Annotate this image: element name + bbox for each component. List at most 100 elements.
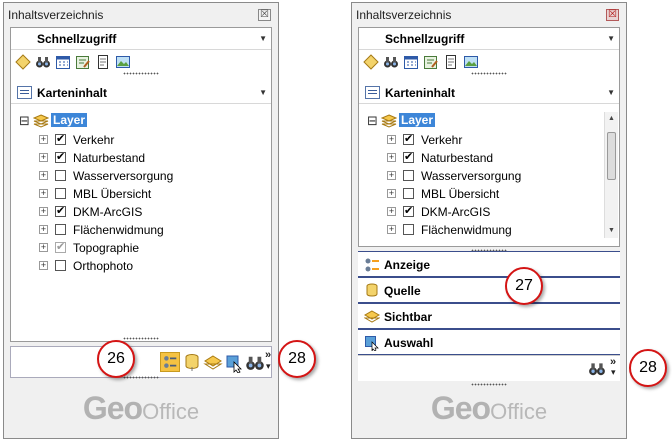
layer-label: DKM-ArcGIS <box>421 205 491 219</box>
tree-scrollbar[interactable]: ▲ ▼ <box>604 112 618 238</box>
tree-row[interactable]: + ✔ Verkehr <box>359 131 599 149</box>
tree-row[interactable]: + MBL Übersicht <box>359 185 599 203</box>
expand-icon[interactable]: + <box>387 153 396 162</box>
chevron-down-icon[interactable]: ▼ <box>607 88 615 97</box>
resize-gripper[interactable] <box>471 383 507 386</box>
layer-checkbox[interactable]: ✔ <box>55 134 66 145</box>
expand-icon[interactable]: + <box>39 171 48 180</box>
panel-titlebar[interactable]: Inhaltsverzeichnis ☒ <box>352 3 626 25</box>
panel-titlebar[interactable]: Inhaltsverzeichnis ☒ <box>4 3 278 25</box>
expand-icon[interactable]: + <box>39 135 48 144</box>
edit-form-icon[interactable] <box>423 54 439 70</box>
tree-root-label[interactable]: Layer <box>51 113 88 127</box>
calendar-grid-icon[interactable] <box>403 54 419 70</box>
resize-gripper[interactable] <box>123 337 159 340</box>
tree-root-label[interactable]: Layer <box>399 113 436 127</box>
layer-checkbox[interactable]: ✔ <box>403 134 414 145</box>
tree-row[interactable]: + ✔ DKM-ArcGIS <box>11 203 251 221</box>
resize-gripper[interactable] <box>471 72 507 75</box>
map-content-header[interactable]: Karteninhalt ▼ <box>11 82 271 104</box>
source-icon[interactable] <box>182 353 202 373</box>
diamond-icon[interactable] <box>363 54 379 70</box>
chevron-down-icon[interactable]: ▼ <box>259 34 267 43</box>
nav-button-quelle[interactable]: Quelle <box>358 277 620 303</box>
tree-row[interactable]: + ✔ DKM-ArcGIS <box>359 203 599 221</box>
more-tools-icon[interactable]: » <box>265 349 271 361</box>
layer-checkbox[interactable]: ✔ <box>55 152 66 163</box>
page-icon[interactable] <box>443 54 459 70</box>
chevron-down-icon[interactable]: ▾ <box>266 361 271 372</box>
tree-row[interactable]: + ✔ Naturbestand <box>359 149 599 167</box>
scroll-down-icon[interactable]: ▼ <box>605 224 618 238</box>
nav-button-label: Anzeige <box>384 258 431 272</box>
map-content-header[interactable]: Karteninhalt ▼ <box>359 82 619 104</box>
tree-row-root[interactable]: ⊟ Layer <box>11 112 251 130</box>
expand-icon[interactable]: + <box>39 243 48 252</box>
layer-checkbox[interactable]: ✔ <box>55 206 66 217</box>
selection-icon[interactable] <box>224 353 244 373</box>
layer-checkbox[interactable] <box>55 224 66 235</box>
layer-checkbox[interactable]: ✔ <box>403 152 414 163</box>
expand-icon[interactable]: + <box>39 153 48 162</box>
scroll-thumb[interactable] <box>607 132 616 180</box>
chevron-down-icon[interactable]: ▾ <box>611 367 616 378</box>
calendar-grid-icon[interactable] <box>55 54 71 70</box>
expand-icon[interactable]: + <box>387 225 396 234</box>
layer-checkbox[interactable] <box>403 188 414 199</box>
page-icon[interactable] <box>95 54 111 70</box>
tree-row[interactable]: + ✔ Naturbestand <box>11 149 251 167</box>
binoculars-icon[interactable] <box>245 353 265 373</box>
tree-row[interactable]: + Flächenwidmung <box>359 221 599 239</box>
layer-checkbox[interactable]: ✔ <box>55 242 66 253</box>
layer-checkbox[interactable] <box>55 188 66 199</box>
layer-checkbox[interactable] <box>55 260 66 271</box>
quick-access-header[interactable]: Schnellzugriff ▼ <box>11 28 271 50</box>
scroll-up-icon[interactable]: ▲ <box>605 112 618 126</box>
binoculars-icon[interactable] <box>588 360 606 378</box>
expand-icon[interactable]: + <box>387 135 396 144</box>
expand-icon[interactable]: + <box>387 207 396 216</box>
diamond-icon[interactable] <box>15 54 31 70</box>
chevron-down-icon[interactable]: ▼ <box>607 34 615 43</box>
nav-button-sichtbar[interactable]: Sichtbar <box>358 303 620 329</box>
layer-label: DKM-ArcGIS <box>73 205 143 219</box>
visibility-icon[interactable] <box>203 353 223 373</box>
expand-icon[interactable]: + <box>39 189 48 198</box>
edit-form-icon[interactable] <box>75 54 91 70</box>
resize-gripper[interactable] <box>123 376 159 379</box>
tree-row[interactable]: + Wasserversorgung <box>11 167 251 185</box>
binoculars-icon[interactable] <box>35 54 51 70</box>
tree-row-root[interactable]: ⊟ Layer <box>359 112 599 130</box>
layer-checkbox[interactable] <box>55 170 66 181</box>
chevron-down-icon[interactable]: ▼ <box>259 88 267 97</box>
layer-checkbox[interactable] <box>403 224 414 235</box>
layer-checkbox[interactable]: ✔ <box>403 206 414 217</box>
layer-checkbox[interactable] <box>403 170 414 181</box>
nav-button-auswahl[interactable]: Auswahl <box>358 329 620 355</box>
expand-icon[interactable]: + <box>39 207 48 216</box>
layer-label: Wasserversorgung <box>73 169 174 183</box>
tree-row[interactable]: + Orthophoto <box>11 257 251 275</box>
map-image-icon[interactable] <box>115 54 131 70</box>
close-button[interactable]: ☒ <box>606 9 619 21</box>
tree-row[interactable]: + Flächenwidmung <box>11 221 251 239</box>
nav-button-anzeige[interactable]: Anzeige <box>358 251 620 277</box>
tree-row[interactable]: + Wasserversorgung <box>359 167 599 185</box>
collapse-icon[interactable]: ⊟ <box>367 114 378 127</box>
expand-icon[interactable]: + <box>387 171 396 180</box>
tree-row[interactable]: + ✔ Topographie <box>11 239 251 257</box>
display-settings-icon[interactable] <box>160 352 180 372</box>
expand-icon[interactable]: + <box>39 225 48 234</box>
binoculars-icon[interactable] <box>383 54 399 70</box>
quick-access-header[interactable]: Schnellzugriff ▼ <box>359 28 619 50</box>
map-image-icon[interactable] <box>463 54 479 70</box>
tree-row[interactable]: + ✔ Verkehr <box>11 131 251 149</box>
tree-row[interactable]: + MBL Übersicht <box>11 185 251 203</box>
layer-label: Verkehr <box>421 133 463 147</box>
resize-gripper[interactable] <box>123 72 159 75</box>
close-button[interactable]: ☒ <box>258 9 271 21</box>
collapse-icon[interactable]: ⊟ <box>19 114 30 127</box>
panel-title: Inhaltsverzeichnis <box>8 8 104 22</box>
expand-icon[interactable]: + <box>387 189 396 198</box>
expand-icon[interactable]: + <box>39 261 48 270</box>
